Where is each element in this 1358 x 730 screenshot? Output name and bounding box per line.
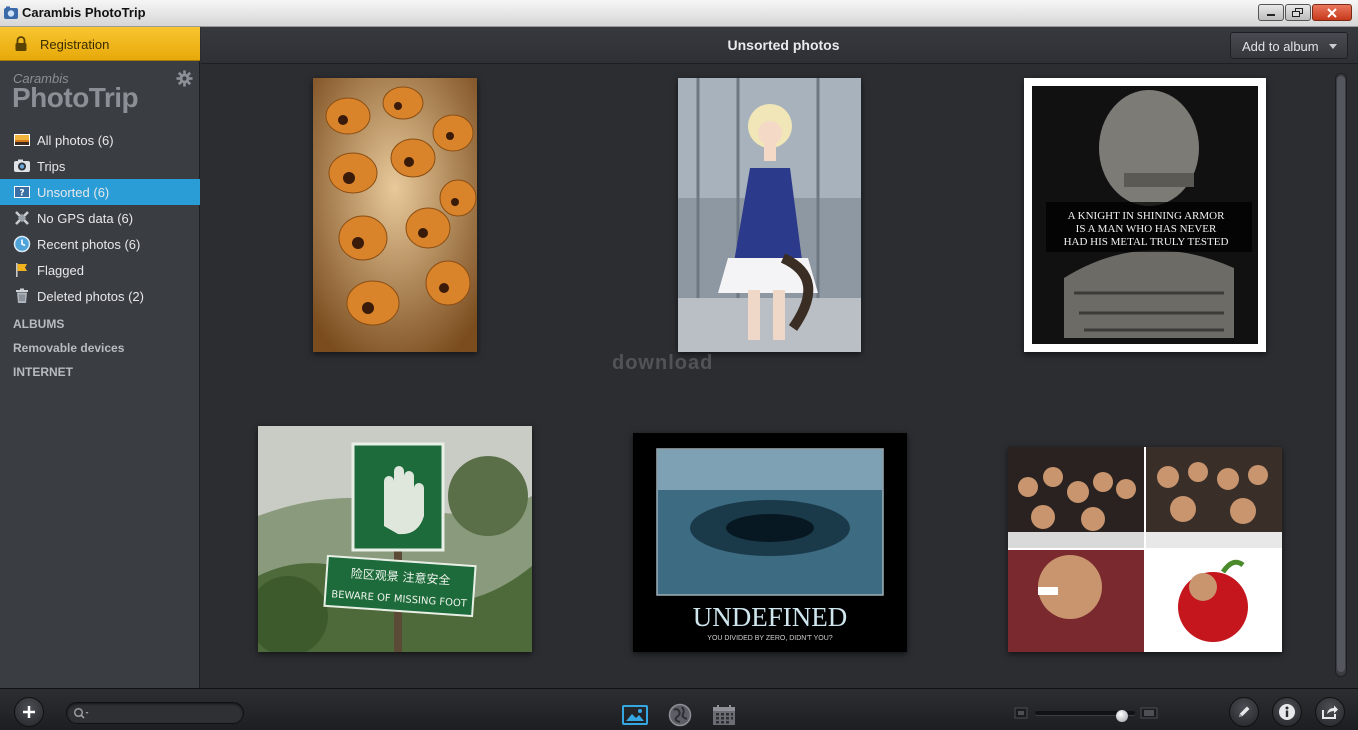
photo-thumbnail[interactable]: UNDEFINED YOU DIVIDED BY ZERO, DIDN'T YO… (633, 433, 907, 652)
poster-subtitle: YOU DIVIDED BY ZERO, DIDN'T YOU? (707, 635, 833, 642)
minimize-icon (1267, 13, 1275, 16)
svg-text:?: ? (19, 189, 24, 199)
photo-group-collage (1008, 447, 1282, 652)
sidebar-item-recent[interactable]: Recent photos (6) (0, 231, 200, 257)
registration-button[interactable]: Registration (0, 27, 200, 61)
section-internet[interactable]: INTERNET (13, 365, 73, 379)
clock-icon (13, 235, 31, 253)
gear-icon[interactable] (176, 70, 193, 87)
sidebar-item-trips[interactable]: Trips (0, 153, 200, 179)
flag-icon (16, 263, 27, 277)
pencil-icon (1239, 706, 1250, 717)
sidebar-item-deleted[interactable]: Deleted photos (2) (0, 283, 200, 309)
zoom-in-icon[interactable] (1140, 707, 1158, 719)
sidebar-item-label: Flagged (37, 262, 84, 278)
calendar-view-button[interactable] (711, 704, 737, 726)
main-header: Unsorted photos Add to album (201, 27, 1358, 64)
photo-undefined-poster: UNDEFINED YOU DIVIDED BY ZERO, DIDN'T YO… (633, 433, 907, 652)
calendar-icon (713, 705, 735, 725)
photo-thumbnail[interactable]: A KNIGHT IN SHINING ARMOR IS A MAN WHO H… (1024, 78, 1266, 352)
section-albums[interactable]: ALBUMS (13, 317, 64, 331)
sidebar-item-flagged[interactable]: Flagged (0, 257, 200, 283)
sidebar-item-all-photos[interactable]: All photos (6) (0, 127, 200, 153)
zoom-slider-track[interactable] (1035, 710, 1135, 722)
info-icon (1279, 704, 1295, 720)
sidebar-item-label: All photos (6) (37, 132, 114, 148)
add-button[interactable] (14, 697, 44, 727)
zoom-control (1014, 707, 1158, 722)
export-icon (1322, 705, 1338, 719)
zoom-out-icon[interactable] (1014, 707, 1028, 719)
registration-label: Registration (40, 37, 110, 52)
main-panel: Unsorted photos Add to album A KNIGHT IN… (201, 27, 1358, 688)
window-controls (1258, 4, 1352, 21)
search-box[interactable] (66, 702, 244, 724)
chevron-down-icon (1329, 44, 1337, 49)
sidebar-nav: All photos (6) Trips ? Unsorted (6) No G… (0, 127, 200, 309)
add-to-album-label: Add to album (1242, 39, 1319, 54)
zoom-slider-knob[interactable] (1116, 710, 1128, 722)
sidebar: Registration Carambis PhotoTrip All phot… (0, 27, 200, 688)
photo-thumbnail[interactable]: 险区观景 注意安全 BEWARE OF MISSING FOOT (258, 426, 532, 652)
close-icon (1327, 7, 1337, 18)
photo-knight-armor: A KNIGHT IN SHINING ARMOR IS A MAN WHO H… (1024, 78, 1266, 352)
photo-cosplay-girl (678, 78, 861, 352)
sidebar-item-no-gps[interactable]: No GPS data (6) (0, 205, 200, 231)
watermark: download (612, 352, 714, 374)
app-window: Carambis PhotoTrip Registration Carambis… (0, 0, 1358, 730)
add-to-album-button[interactable]: Add to album (1230, 32, 1348, 59)
close-button[interactable] (1312, 4, 1352, 21)
share-button[interactable] (1315, 697, 1345, 727)
sidebar-item-label: Deleted photos (2) (37, 288, 144, 304)
photos-view-button[interactable] (622, 704, 648, 726)
search-input[interactable] (93, 705, 239, 721)
lock-icon (15, 36, 27, 51)
unsorted-icon: ? (14, 186, 30, 199)
photo-warning-sign: 险区观景 注意安全 BEWARE OF MISSING FOOT (258, 426, 532, 652)
trash-icon (16, 288, 28, 303)
poster-title: UNDEFINED (693, 602, 848, 632)
camera-icon (14, 159, 30, 172)
vertical-scrollbar[interactable] (1335, 73, 1347, 677)
svg-text:A KNIGHT IN SHINING ARMOR: A KNIGHT IN SHINING ARMOR (1068, 210, 1226, 222)
plus-icon (23, 706, 35, 718)
edit-button[interactable] (1229, 697, 1259, 727)
section-removable-devices[interactable]: Removable devices (13, 341, 124, 355)
sidebar-item-unsorted[interactable]: ? Unsorted (6) (0, 179, 200, 205)
svg-text:HAD HIS METAL TRULY TESTED: HAD HIS METAL TRULY TESTED (1064, 236, 1229, 248)
bottom-toolbar (0, 688, 1358, 730)
maximize-button[interactable] (1285, 4, 1311, 21)
image-view-icon (622, 705, 648, 725)
photos-icon (14, 134, 30, 146)
sidebar-item-label: Recent photos (6) (37, 236, 141, 252)
page-title: Unsorted photos (727, 37, 840, 53)
no-gps-icon (15, 211, 29, 225)
sidebar-item-label: Trips (37, 158, 66, 174)
scrollbar-thumb[interactable] (1337, 76, 1345, 672)
photo-thumbnail[interactable] (313, 78, 477, 352)
photo-bread-creatures (313, 78, 477, 352)
title-bar: Carambis PhotoTrip (0, 0, 1358, 27)
photo-thumbnail[interactable] (678, 78, 861, 352)
window-title: Carambis PhotoTrip (22, 5, 146, 20)
app-icon (4, 6, 18, 19)
brand-logo: PhotoTrip (12, 82, 139, 113)
map-view-button[interactable] (667, 703, 693, 727)
sidebar-item-label: Unsorted (6) (37, 184, 110, 200)
svg-text:IS A MAN WHO HAS NEVER: IS A MAN WHO HAS NEVER (1076, 223, 1217, 235)
globe-icon (668, 703, 692, 727)
info-button[interactable] (1272, 697, 1302, 727)
search-icon (73, 707, 89, 719)
minimize-button[interactable] (1258, 4, 1284, 21)
sidebar-item-label: No GPS data (6) (37, 210, 134, 226)
restore-icon (1292, 7, 1303, 17)
photo-thumbnail[interactable] (1008, 447, 1282, 652)
